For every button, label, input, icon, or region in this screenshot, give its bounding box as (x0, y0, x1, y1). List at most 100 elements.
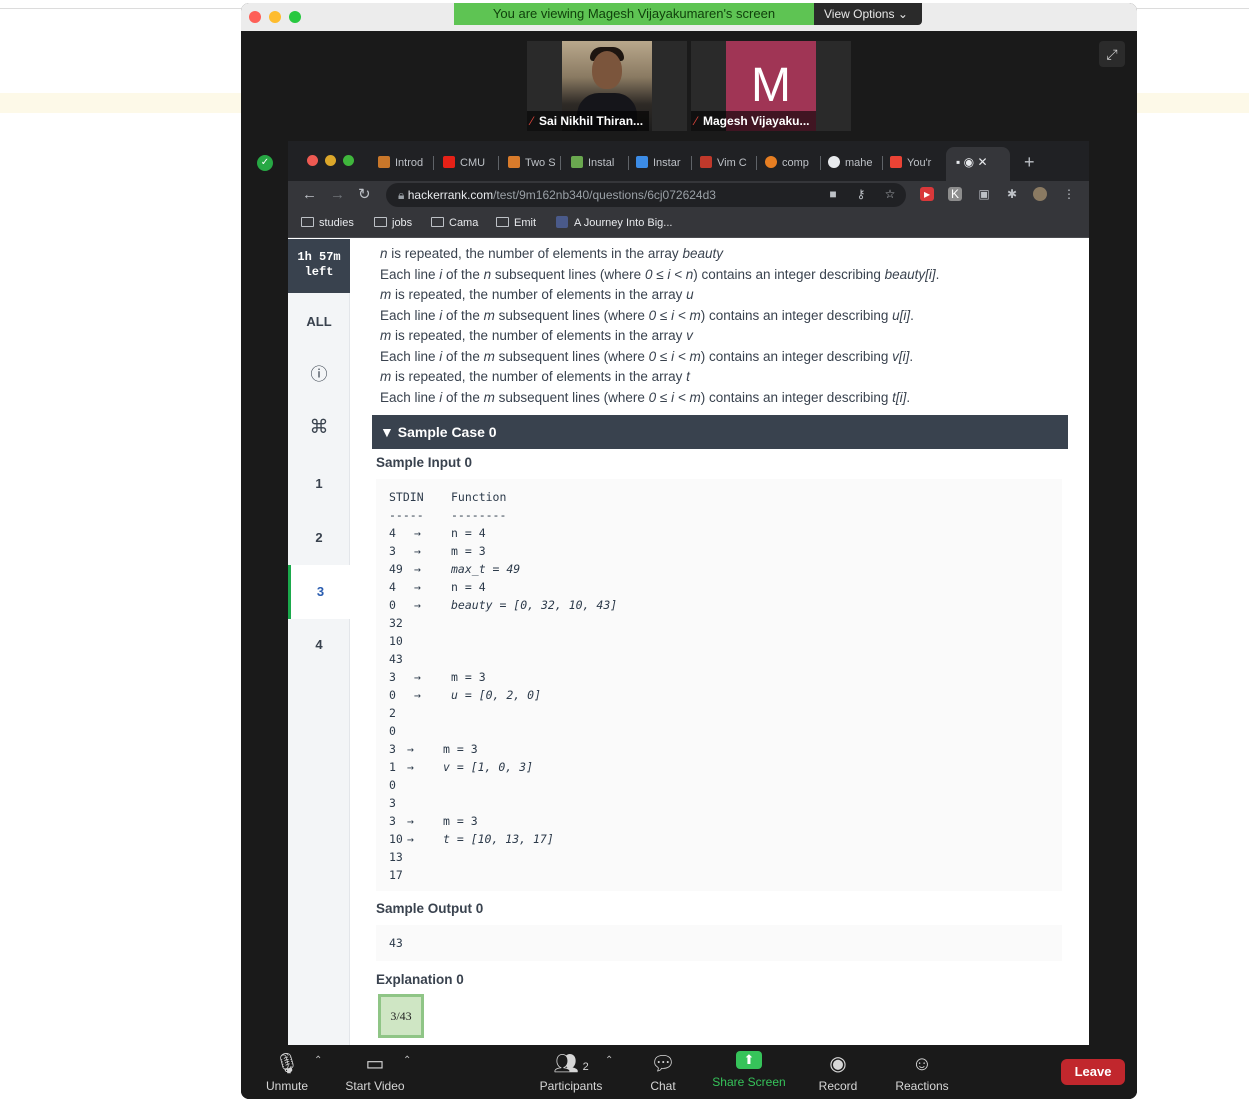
reload-icon[interactable]: ↻ (358, 185, 371, 205)
maximize-window-button[interactable] (289, 11, 301, 23)
arrow-icon: → (407, 760, 414, 774)
browser-tab[interactable]: comp (765, 150, 817, 176)
leave-button[interactable]: Leave (1061, 1059, 1125, 1085)
timer-label: left (304, 265, 334, 279)
browser-tab[interactable]: Vim C (700, 150, 752, 176)
participants-button[interactable]: 👥︎ 2 Participants (533, 1045, 609, 1099)
timer-value: 1h 57m (297, 250, 341, 264)
bookmark-folder[interactable]: studies (301, 216, 354, 230)
stdin-value: 3 (389, 742, 396, 756)
arrow-icon: → (414, 688, 421, 702)
security-shield-icon[interactable]: ✓ (257, 155, 273, 171)
function-value: Function (451, 490, 507, 504)
audio-options-caret[interactable]: ⌃ (314, 1055, 322, 1066)
zoom-control-bar: 🎙︎ Unmute ⌃ ▭ Start Video ⌃ 👥︎ 2 Particip… (241, 1045, 1137, 1099)
star-icon[interactable]: ☆ (883, 187, 897, 201)
tree-node: 3/43 (378, 994, 424, 1038)
sample-output-code: 43 (376, 925, 1062, 961)
sidebar-item-question-2[interactable]: 2 (288, 511, 350, 565)
participant-tile[interactable]: M ⁄ Magesh Vijayaku... (691, 41, 851, 131)
sample-input-code: STDIN Function ----- -------- 4 → n = 4 3 → m = 3… (376, 479, 1062, 891)
sidebar-item-all[interactable]: ALL (288, 295, 350, 349)
explanation-diagram: 3/43 (378, 990, 576, 1045)
bookmark-link[interactable]: A Journey Into Big... (556, 216, 672, 230)
favicon-icon (378, 156, 390, 168)
question-content: n is repeated, the number of elements in… (372, 239, 1068, 1045)
browser-tab[interactable]: Two S (508, 150, 556, 176)
save-icon[interactable]: ▣ (977, 187, 991, 201)
reactions-button[interactable]: ☺ Reactions (891, 1045, 953, 1099)
forward-icon[interactable]: → (330, 185, 345, 205)
browser-minimize-button (325, 155, 336, 166)
function-value: n = 4 (451, 526, 486, 540)
browser-tab[interactable]: CMU (443, 150, 493, 176)
bookmark-folder[interactable]: Emit (496, 216, 536, 230)
stdin-value: 13 (389, 850, 403, 864)
close-tab-icon[interactable]: ✕ (977, 155, 987, 169)
kebab-menu-icon[interactable]: ⋮ (1062, 187, 1076, 201)
arrow-icon: → (407, 814, 414, 828)
profile-avatar[interactable] (1033, 187, 1047, 201)
hackerrank-page: 1h 57m left ALL ⓘ ⌘ 1 2 3 4 n is repeate… (288, 239, 1089, 1045)
key-icon[interactable]: ⚷ (854, 187, 868, 201)
record-button[interactable]: ◉ Record (815, 1045, 861, 1099)
active-browser-tab[interactable]: ▪ ◉ ✕ (946, 147, 1010, 181)
browser-tab[interactable]: You'r (890, 150, 942, 176)
folder-icon (496, 217, 509, 227)
participants-options-caret[interactable]: ⌃ (605, 1055, 613, 1066)
puzzle-icon[interactable]: ✱ (1005, 187, 1019, 201)
stdin-value: 2 (389, 706, 396, 720)
browser-close-button (307, 155, 318, 166)
unmute-button[interactable]: 🎙︎ Unmute (261, 1045, 313, 1099)
stdin-value: 0 (389, 688, 396, 702)
function-value: m = 3 (443, 814, 478, 828)
sidebar-item-question-4[interactable]: 4 (288, 618, 350, 672)
browser-tab[interactable]: Instar (636, 150, 686, 176)
emoji-icon: ☺ (911, 1053, 933, 1075)
time-remaining: 1h 57m left (288, 239, 350, 293)
description-line: m is repeated, the number of elements in… (380, 287, 694, 302)
camera-icon[interactable]: ■ (826, 187, 840, 201)
participant-name: ⁄ Sai Nikhil Thiran... (527, 111, 650, 131)
stdin-value: ----- (389, 508, 424, 522)
participant-name: ⁄ Magesh Vijayaku... (691, 111, 816, 131)
stdin-value: 49 (389, 562, 403, 576)
url-path: /test/9m162nb340/questions/6cj072624d3 (493, 188, 716, 202)
stdin-value: 4 (389, 526, 396, 540)
arrow-icon: → (414, 580, 421, 594)
share-screen-icon: ⬆ (736, 1051, 762, 1069)
close-window-button[interactable] (249, 11, 261, 23)
browser-tab[interactable]: Instal (571, 150, 621, 176)
back-icon[interactable]: ← (302, 185, 317, 205)
zoom-window: You are viewing Magesh Vijayakumaren's s… (241, 3, 1137, 1099)
description-line: Each line i of the m subsequent lines (w… (380, 389, 911, 405)
sample-case-header[interactable]: ▼ Sample Case 0 (372, 415, 1068, 449)
browser-maximize-button (343, 155, 354, 166)
sample-output-value: 43 (389, 936, 403, 950)
arrow-icon: → (414, 598, 421, 612)
fullscreen-icon[interactable]: ⤢ (1099, 41, 1125, 67)
browser-tab[interactable]: Introd (378, 150, 430, 176)
share-screen-button[interactable]: ⬆ Share Screen (707, 1045, 791, 1099)
video-options-caret[interactable]: ⌃ (403, 1055, 411, 1066)
bookmark-folder[interactable]: jobs (374, 216, 412, 230)
sidebar-item-question-3[interactable]: 3 (288, 565, 350, 619)
chat-button[interactable]: 💬︎ Chat (645, 1045, 681, 1099)
mic-muted-icon: ⁄ (695, 114, 698, 128)
command-icon[interactable]: ⌘ (288, 401, 350, 455)
info-icon[interactable]: ⓘ (288, 348, 350, 402)
view-options-button[interactable]: View Options ⌄ (814, 3, 922, 25)
bookmark-folder[interactable]: Cama (431, 216, 478, 230)
browser-tab[interactable]: mahe (828, 150, 878, 176)
sample-input-title: Sample Input 0 (376, 455, 473, 470)
folder-icon (431, 217, 444, 227)
new-tab-button[interactable]: + (1024, 150, 1035, 174)
participant-tile[interactable]: ⁄ Sai Nikhil Thiran... (527, 41, 687, 131)
sidebar-item-question-1[interactable]: 1 (288, 457, 350, 511)
lock-icon: 🔒︎ (398, 188, 408, 202)
extension-icon[interactable]: ▸ (920, 187, 934, 201)
start-video-button[interactable]: ▭ Start Video (339, 1045, 411, 1099)
folder-icon (301, 217, 314, 227)
minimize-window-button[interactable] (269, 11, 281, 23)
extension-icon[interactable]: K (948, 187, 962, 201)
